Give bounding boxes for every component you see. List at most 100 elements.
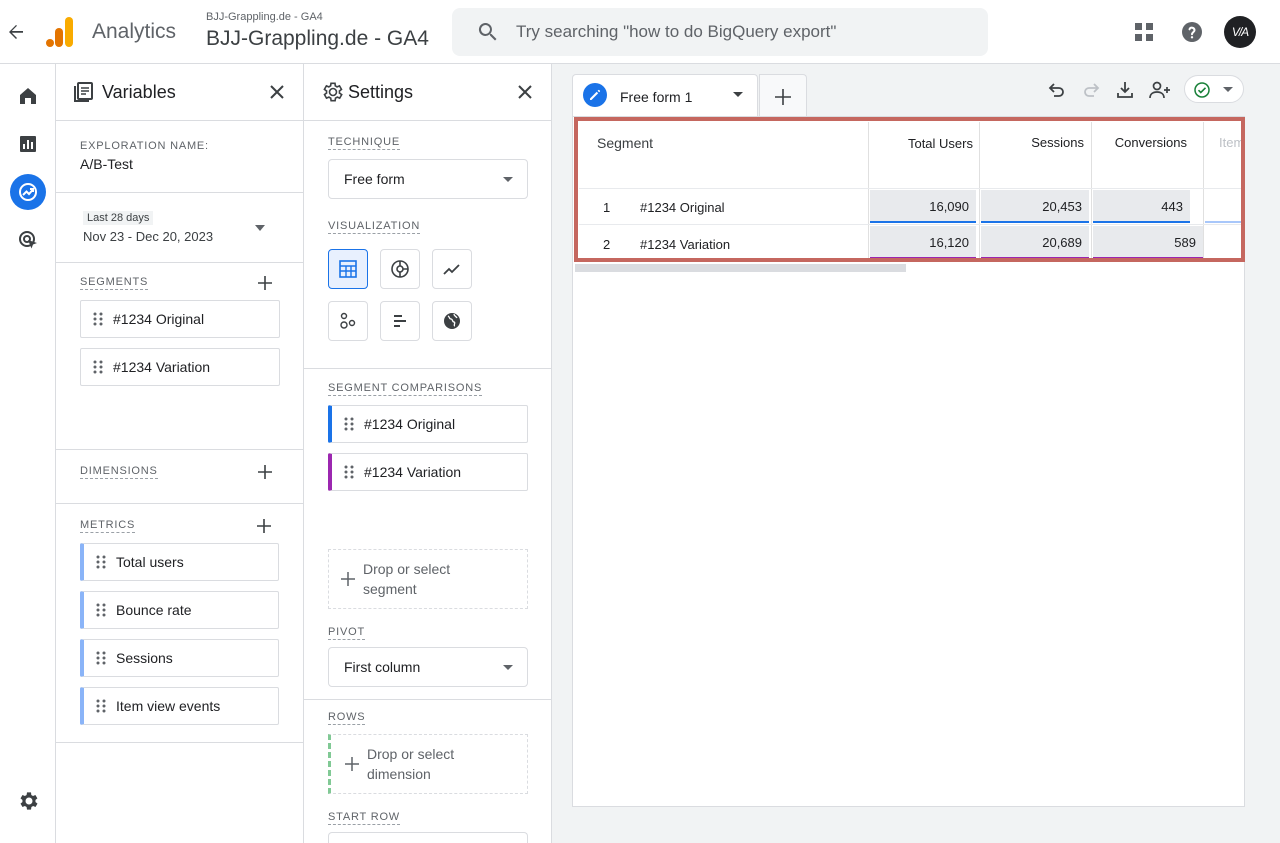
row-segment-name: #1234 Original bbox=[640, 200, 725, 215]
exploration-name-label: EXPLORATION NAME: bbox=[80, 140, 209, 152]
table-icon[interactable] bbox=[328, 249, 368, 289]
add-tab-button[interactable] bbox=[759, 74, 807, 118]
pivot-select[interactable]: First column bbox=[328, 647, 528, 687]
metric-chip-total-users[interactable]: Total users bbox=[80, 543, 279, 581]
metric-chip-label: Sessions bbox=[116, 650, 173, 666]
segment-chip-variation[interactable]: #1234 Variation bbox=[80, 348, 280, 386]
divider bbox=[56, 503, 303, 504]
start-row-label: START ROW bbox=[328, 811, 400, 825]
start-row-input[interactable] bbox=[328, 832, 528, 843]
line-chart-icon[interactable] bbox=[432, 249, 472, 289]
technique-value: Free form bbox=[344, 171, 405, 187]
cell-sessions: 20,453 bbox=[981, 190, 1089, 223]
dimensions-label: DIMENSIONS bbox=[80, 465, 158, 479]
home-icon[interactable] bbox=[10, 78, 46, 114]
drop-segment-line2: segment bbox=[363, 581, 417, 597]
advertising-icon[interactable] bbox=[10, 222, 46, 258]
row-segment-name: #1234 Variation bbox=[640, 237, 731, 252]
pivot-value: First column bbox=[344, 659, 421, 675]
search-bar[interactable] bbox=[452, 8, 988, 56]
share-user-icon[interactable] bbox=[1148, 78, 1172, 102]
rows-label: ROWS bbox=[328, 711, 366, 725]
tab-free-form-1[interactable]: Free form 1 bbox=[572, 74, 758, 118]
segment-column-header[interactable]: Segment bbox=[597, 135, 653, 201]
technique-select[interactable]: Free form bbox=[328, 159, 528, 199]
add-dimension-plus-icon[interactable] bbox=[255, 462, 275, 482]
reports-icon[interactable] bbox=[10, 126, 46, 162]
add-segment-plus-icon[interactable] bbox=[255, 273, 275, 293]
segment-comparison-label: #1234 Variation bbox=[364, 464, 462, 480]
back-arrow-icon[interactable] bbox=[4, 20, 28, 44]
drag-handle-icon[interactable] bbox=[96, 555, 106, 569]
metric-chip-item-view-events[interactable]: Item view events bbox=[80, 687, 279, 725]
save-status-dropdown[interactable] bbox=[1184, 75, 1244, 103]
donut-chart-icon[interactable] bbox=[380, 249, 420, 289]
metric-chip-bounce-rate[interactable]: Bounce rate bbox=[80, 591, 279, 629]
app-name: Analytics bbox=[92, 20, 177, 43]
analytics-logo-icon bbox=[46, 17, 73, 47]
divider bbox=[56, 742, 303, 743]
segment-chip-label: #1234 Variation bbox=[113, 359, 211, 375]
variables-icon bbox=[74, 82, 93, 102]
help-icon[interactable] bbox=[1180, 20, 1204, 44]
horizontal-scrollbar[interactable] bbox=[575, 264, 906, 272]
settings-panel: Settings TECHNIQUE Free form VISUALIZATI… bbox=[304, 64, 552, 843]
settings-header: Settings bbox=[304, 64, 551, 121]
column-separator bbox=[1203, 122, 1204, 260]
close-icon[interactable] bbox=[513, 80, 537, 104]
date-preset-chip[interactable]: Last 28 days bbox=[83, 211, 154, 225]
property-account-label[interactable]: BJJ-Grappling.de - GA4 bbox=[206, 11, 323, 23]
metric-chip-sessions[interactable]: Sessions bbox=[80, 639, 279, 677]
date-dropdown-icon[interactable] bbox=[255, 225, 265, 231]
geo-map-icon[interactable] bbox=[432, 301, 472, 341]
segment-comparison-variation[interactable]: #1234 Variation bbox=[328, 453, 528, 491]
segment-comparison-original[interactable]: #1234 Original bbox=[328, 405, 528, 443]
drop-dimension-target[interactable]: Drop or select dimension bbox=[328, 734, 528, 794]
scatter-plot-icon[interactable] bbox=[328, 301, 368, 341]
row-index: 2 bbox=[603, 237, 611, 252]
plus-icon bbox=[345, 757, 359, 771]
admin-gear-icon[interactable] bbox=[10, 783, 46, 819]
pencil-icon[interactable] bbox=[583, 83, 607, 107]
column-header-item[interactable]: Item bbox=[1219, 135, 1243, 201]
free-form-table: Segment Total Users Sessions Conversions… bbox=[579, 122, 1243, 260]
drag-handle-icon[interactable] bbox=[344, 465, 354, 479]
drop-segment-target[interactable]: Drop or select segment bbox=[328, 549, 528, 609]
redo-icon[interactable] bbox=[1080, 78, 1104, 102]
plus-icon bbox=[775, 88, 791, 105]
add-metric-plus-icon[interactable] bbox=[254, 516, 274, 536]
segment-chip-original[interactable]: #1234 Original bbox=[80, 300, 280, 338]
gear-icon bbox=[323, 82, 343, 102]
exploration-canvas-area: Free form 1 Segment Total Users Sessions… bbox=[552, 64, 1280, 843]
undo-icon[interactable] bbox=[1044, 78, 1068, 102]
cell-conversions: 443 bbox=[1093, 190, 1190, 223]
chevron-down-icon[interactable] bbox=[733, 92, 743, 97]
drag-handle-icon[interactable] bbox=[93, 360, 103, 374]
apps-grid-icon[interactable] bbox=[1132, 20, 1156, 44]
property-selector[interactable]: BJJ-Grappling.de - GA4 bbox=[206, 27, 429, 51]
divider bbox=[304, 699, 551, 700]
date-range[interactable]: Nov 23 - Dec 20, 2023 bbox=[83, 229, 213, 244]
top-app-bar: Analytics BJJ-Grappling.de - GA4 BJJ-Gra… bbox=[0, 0, 1280, 64]
segment-comparisons-label: SEGMENT COMPARISONS bbox=[328, 382, 483, 396]
drag-handle-icon[interactable] bbox=[96, 603, 106, 617]
search-input[interactable] bbox=[516, 16, 966, 48]
row-divider bbox=[579, 224, 1243, 225]
metrics-label: METRICS bbox=[80, 519, 136, 533]
plus-icon bbox=[341, 572, 355, 586]
row-divider bbox=[579, 188, 1243, 189]
download-icon[interactable] bbox=[1113, 78, 1137, 102]
account-avatar[interactable]: V/A bbox=[1224, 16, 1256, 48]
bar-chart-icon[interactable] bbox=[380, 301, 420, 341]
drag-handle-icon[interactable] bbox=[93, 312, 103, 326]
drag-handle-icon[interactable] bbox=[344, 417, 354, 431]
exploration-name[interactable]: A/B-Test bbox=[80, 156, 133, 172]
close-icon[interactable] bbox=[265, 80, 289, 104]
drag-handle-icon[interactable] bbox=[96, 699, 106, 713]
explore-icon[interactable] bbox=[10, 174, 46, 210]
segment-comparison-label: #1234 Original bbox=[364, 416, 456, 432]
drag-handle-icon[interactable] bbox=[96, 651, 106, 665]
cell-sessions: 20,689 bbox=[981, 226, 1089, 259]
metric-chip-label: Total users bbox=[116, 554, 184, 570]
search-icon bbox=[478, 23, 497, 41]
